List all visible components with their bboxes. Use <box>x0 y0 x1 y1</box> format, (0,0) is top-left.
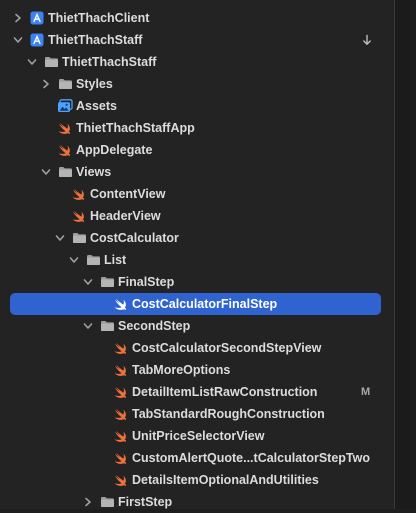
swift-file-icon <box>111 425 131 447</box>
navigator-item-label: UnitPriceSelectorView <box>132 429 265 443</box>
navigator-row[interactable]: TabStandardRoughConstruction <box>0 403 394 425</box>
disclosure-chevron-right-icon[interactable] <box>83 491 93 513</box>
navigator-row[interactable]: ThietThachStaff <box>0 51 394 73</box>
navigator-row[interactable]: DetailsItemOptionalAndUtilities <box>0 469 394 491</box>
download-arrow-icon[interactable] <box>362 29 372 51</box>
navigator-row[interactable]: UnitPriceSelectorView <box>0 425 394 447</box>
folder-icon <box>97 491 117 513</box>
navigator-item-label: Views <box>76 165 112 179</box>
editor-edge <box>394 0 416 509</box>
navigator-row[interactable]: CostCalculatorSecondStepView <box>0 337 394 359</box>
navigator-row[interactable]: ThietThachStaffApp <box>0 117 394 139</box>
disclosure-chevron-down-icon[interactable] <box>83 315 93 337</box>
navigator-row[interactable]: AppDelegate <box>0 139 394 161</box>
swift-file-icon <box>111 381 131 403</box>
navigator-item-label: FirstStep <box>118 495 173 509</box>
disclosure-chevron-down-icon[interactable] <box>27 51 37 73</box>
navigator-row[interactable]: TabMoreOptions <box>0 359 394 381</box>
navigator-row[interactable]: Assets <box>0 95 394 117</box>
navigator-row[interactable]: CostCalculator <box>0 227 394 249</box>
disclosure-chevron-down-icon[interactable] <box>41 161 51 183</box>
navigator-row[interactable]: SecondStep <box>0 315 394 337</box>
folder-icon <box>97 315 117 337</box>
navigator-item-label: AppDelegate <box>76 143 153 157</box>
swift-file-icon <box>111 337 131 359</box>
folder-icon <box>97 271 117 293</box>
navigator-row[interactable]: FirstStep <box>0 491 394 513</box>
navigator-item-label: SecondStep <box>118 319 191 333</box>
navigator-item-label: ThietThachClient <box>48 11 150 25</box>
navigator-item-label: FinalStep <box>118 275 175 289</box>
navigator-item-label: ThietThachStaffApp <box>76 121 195 135</box>
disclosure-chevron-right-icon[interactable] <box>41 73 51 95</box>
navigator-item-label: ThietThachStaff <box>62 55 157 69</box>
disclosure-chevron-down-icon[interactable] <box>55 227 65 249</box>
disclosure-chevron-right-icon[interactable] <box>13 7 23 29</box>
source-control-status-badge: M <box>361 386 371 398</box>
disclosure-chevron-down-icon[interactable] <box>83 271 93 293</box>
navigator-item-label: DetailItemListRawConstruction <box>132 385 318 399</box>
navigator-row[interactable]: HeaderView <box>0 205 394 227</box>
swift-file-icon <box>111 293 131 315</box>
folder-icon <box>69 227 89 249</box>
navigator-item-label: ThietThachStaff <box>48 33 143 47</box>
navigator-item-label: Styles <box>76 77 113 91</box>
swift-file-icon <box>69 183 89 205</box>
swift-file-icon <box>111 359 131 381</box>
navigator-item-label: CustomAlertQuote...tCalculatorStepTwo <box>132 451 370 465</box>
project-navigator: ThietThachClient ThietThachStaff ThietTh… <box>0 0 394 509</box>
navigator-row[interactable]: List <box>0 249 394 271</box>
folder-icon <box>41 51 61 73</box>
navigator-item-label: Assets <box>76 99 117 113</box>
xcode-project-icon <box>27 29 47 51</box>
navigator-item-label: CostCalculatorFinalStep <box>132 297 278 311</box>
navigator-row-selected[interactable]: CostCalculatorFinalStep <box>10 293 381 315</box>
navigator-row[interactable]: ThietThachClient <box>0 7 394 29</box>
swift-file-icon <box>69 205 89 227</box>
folder-icon <box>55 73 75 95</box>
navigator-row[interactable]: ThietThachStaff <box>0 29 394 51</box>
swift-file-icon <box>111 447 131 469</box>
navigator-item-label: ContentView <box>90 187 166 201</box>
navigator-item-label: DetailsItemOptionalAndUtilities <box>132 473 319 487</box>
navigator-row[interactable]: CustomAlertQuote...tCalculatorStepTwo <box>0 447 394 469</box>
swift-file-icon <box>55 117 75 139</box>
swift-file-icon <box>111 403 131 425</box>
navigator-item-label: CostCalculatorSecondStepView <box>132 341 322 355</box>
divider <box>394 0 395 509</box>
asset-catalog-icon <box>55 95 75 117</box>
navigator-row[interactable]: DetailItemListRawConstruction M <box>0 381 394 403</box>
swift-file-icon <box>111 469 131 491</box>
swift-file-icon <box>55 139 75 161</box>
xcode-project-icon <box>27 7 47 29</box>
navigator-item-label: TabStandardRoughConstruction <box>132 407 325 421</box>
navigator-item-label: HeaderView <box>90 209 161 223</box>
disclosure-chevron-down-icon[interactable] <box>13 29 23 51</box>
folder-icon <box>55 161 75 183</box>
navigator-row[interactable]: Styles <box>0 73 394 95</box>
navigator-item-label: TabMoreOptions <box>132 363 231 377</box>
folder-icon <box>83 249 103 271</box>
disclosure-chevron-down-icon[interactable] <box>69 249 79 271</box>
navigator-item-label: CostCalculator <box>90 231 179 245</box>
navigator-row[interactable]: ContentView <box>0 183 394 205</box>
navigator-row[interactable]: FinalStep <box>0 271 394 293</box>
navigator-item-label: List <box>104 253 127 267</box>
navigator-row[interactable]: Views <box>0 161 394 183</box>
